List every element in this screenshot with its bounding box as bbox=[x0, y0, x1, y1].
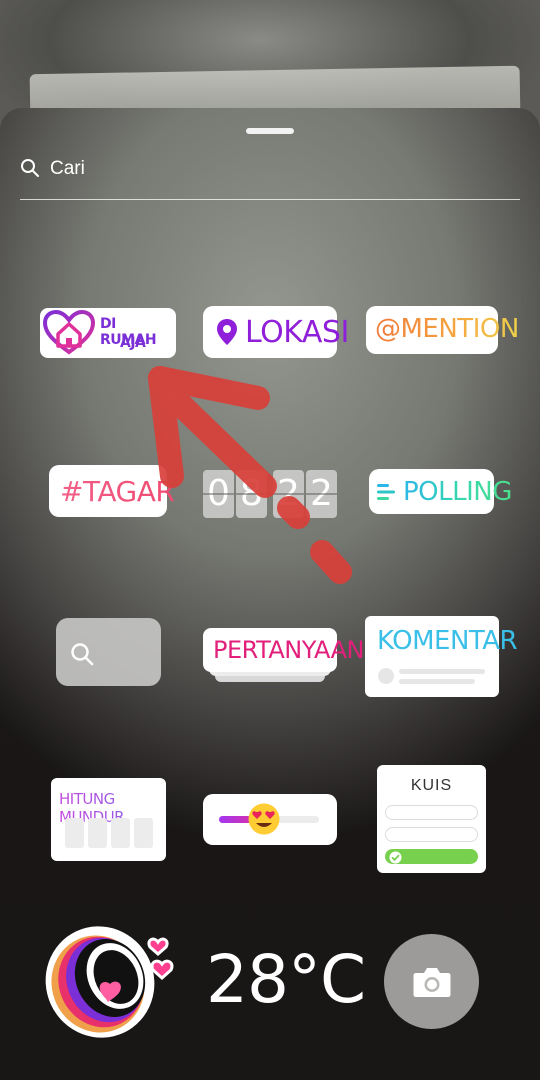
quiz-label: KUIS bbox=[410, 777, 453, 794]
search-icon bbox=[71, 643, 94, 666]
search-sticker[interactable] bbox=[56, 618, 161, 686]
screaming-mouth-sticker[interactable] bbox=[40, 918, 180, 1043]
time-digit: 0 bbox=[203, 470, 234, 518]
questions-label: PERTANYAAN bbox=[213, 636, 365, 664]
questions-sticker-card: PERTANYAAN bbox=[203, 628, 365, 672]
time-digit: 8 bbox=[236, 470, 267, 518]
poll-lines-icon bbox=[377, 484, 395, 500]
camera-sticker-button[interactable] bbox=[384, 934, 479, 1029]
location-pin-icon bbox=[217, 319, 237, 345]
drag-handle[interactable] bbox=[246, 128, 294, 134]
comment-line-placeholder bbox=[399, 669, 485, 674]
mention-sticker[interactable]: @MENTION bbox=[366, 306, 519, 354]
countdown-digit-box bbox=[134, 818, 153, 848]
poll-sticker[interactable]: POLLING bbox=[369, 469, 512, 514]
di-rumah-aja-line2: AJA bbox=[120, 335, 146, 351]
countdown-digit-box bbox=[65, 818, 84, 848]
comment-avatar-placeholder bbox=[378, 668, 394, 684]
comments-sticker[interactable]: KOMENTAR bbox=[365, 616, 518, 697]
countdown-sticker[interactable]: HITUNG MUNDUR bbox=[51, 778, 166, 861]
search-icon bbox=[21, 159, 39, 177]
search-input[interactable] bbox=[50, 155, 510, 183]
poll-label: POLLING bbox=[403, 477, 512, 507]
di-rumah-aja-sticker[interactable]: DI RUMAH AJA bbox=[40, 308, 176, 358]
quiz-option bbox=[385, 805, 478, 820]
comment-line-placeholder bbox=[399, 679, 475, 684]
hashtag-sticker[interactable]: #TAGAR bbox=[49, 465, 175, 517]
search-bar[interactable] bbox=[20, 152, 520, 200]
screaming-mouth-hearts-icon bbox=[45, 926, 174, 1038]
countdown-digit-box bbox=[88, 818, 107, 848]
check-icon bbox=[389, 851, 402, 864]
time-sticker[interactable]: 0 8 2 2 bbox=[203, 470, 337, 518]
temperature-sticker[interactable]: 28°C bbox=[206, 941, 366, 1018]
questions-sticker[interactable]: PERTANYAAN bbox=[203, 628, 365, 696]
hashtag-label: #TAGAR bbox=[60, 475, 175, 508]
countdown-digit-box bbox=[111, 818, 130, 848]
quiz-sticker[interactable]: KUIS bbox=[377, 765, 486, 873]
heart-eyes-emoji-icon bbox=[248, 803, 280, 835]
time-digit: 2 bbox=[306, 470, 337, 518]
emoji-slider-sticker[interactable] bbox=[203, 794, 337, 845]
comments-label: KOMENTAR bbox=[377, 626, 518, 656]
camera-icon bbox=[413, 968, 451, 997]
quiz-option-correct bbox=[385, 849, 478, 864]
mention-label: @MENTION bbox=[375, 314, 519, 344]
quiz-option bbox=[385, 827, 478, 842]
time-digit: 2 bbox=[273, 470, 304, 518]
location-sticker[interactable]: LOKASI bbox=[203, 306, 349, 358]
location-label: LOKASI bbox=[245, 315, 349, 350]
heart-house-icon bbox=[42, 310, 96, 355]
